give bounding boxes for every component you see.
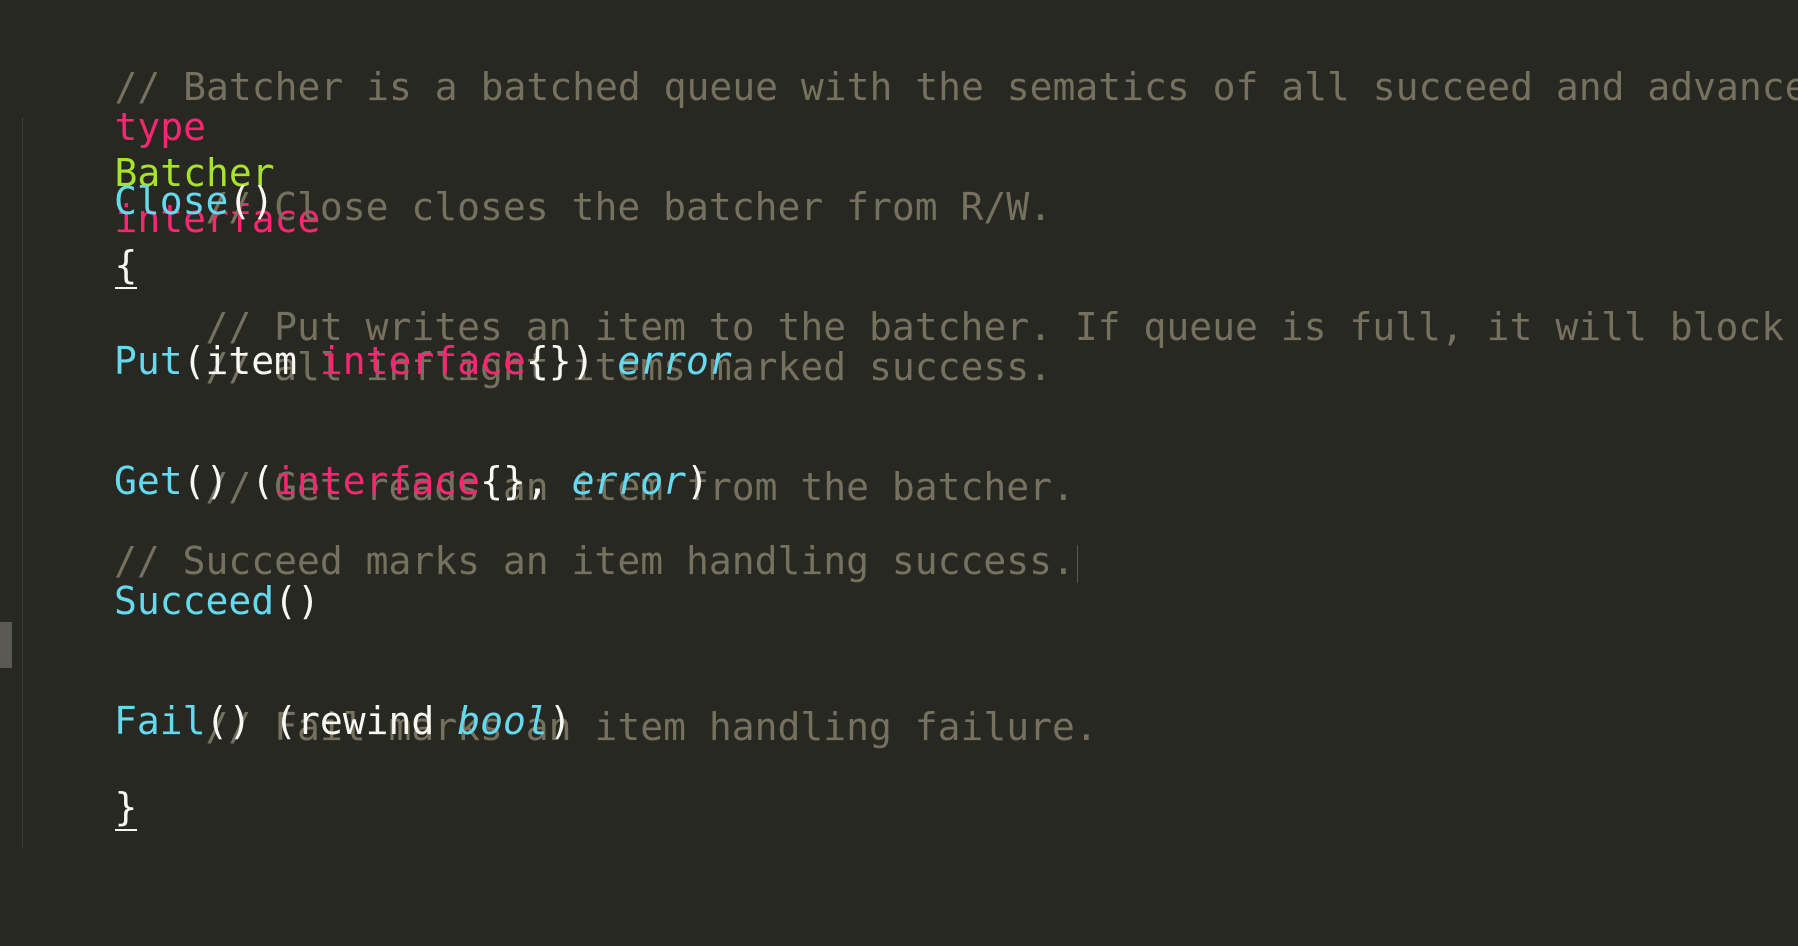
method-name: Fail [114,699,206,743]
punctuation: ( [182,339,206,383]
return-type: bool [457,699,549,743]
code-line-12[interactable]: Get() (interface{}, error) [114,458,709,504]
punctuation: {}) [525,339,595,383]
comment-text: // Close closes the batcher from R/W. [205,185,1052,229]
punctuation: () [228,179,275,223]
code-line-9[interactable]: Put(item interface{}) error [114,338,732,384]
code-line-5[interactable]: Close() [114,178,274,224]
keyword-interface: interface [274,459,481,503]
return-type: error [571,459,686,503]
current-line-gutter-marker [0,622,12,668]
code-line-15[interactable]: Succeed() [114,578,320,624]
punctuation: () (rewind [205,699,458,743]
method-name: Get [114,459,183,503]
punctuation: () [274,579,320,623]
method-name: Put [114,339,183,383]
keyword-interface: interface [319,339,526,383]
code-line-19[interactable]: } [23,738,138,831]
comment-text: // Batcher is a batched queue with the s… [114,65,1798,109]
param-name: item [205,339,320,383]
return-type: error [617,339,732,383]
close-brace: } [114,785,138,831]
code-editor[interactable]: // Batcher is a batched queue with the s… [0,0,1798,946]
punctuation: ) [548,699,572,743]
punctuation: ) [685,459,709,503]
comment-text: // Succeed marks an item handling succes… [114,539,1075,583]
method-name: Close [114,179,229,223]
text-cursor [1076,544,1078,583]
method-name: Succeed [114,579,275,623]
code-line-2[interactable]: type Batcher interface { [23,58,320,289]
code-line-18[interactable]: Fail() (rewind bool) [114,698,572,744]
punctuation: {}, [480,459,572,503]
punctuation: () ( [182,459,275,503]
